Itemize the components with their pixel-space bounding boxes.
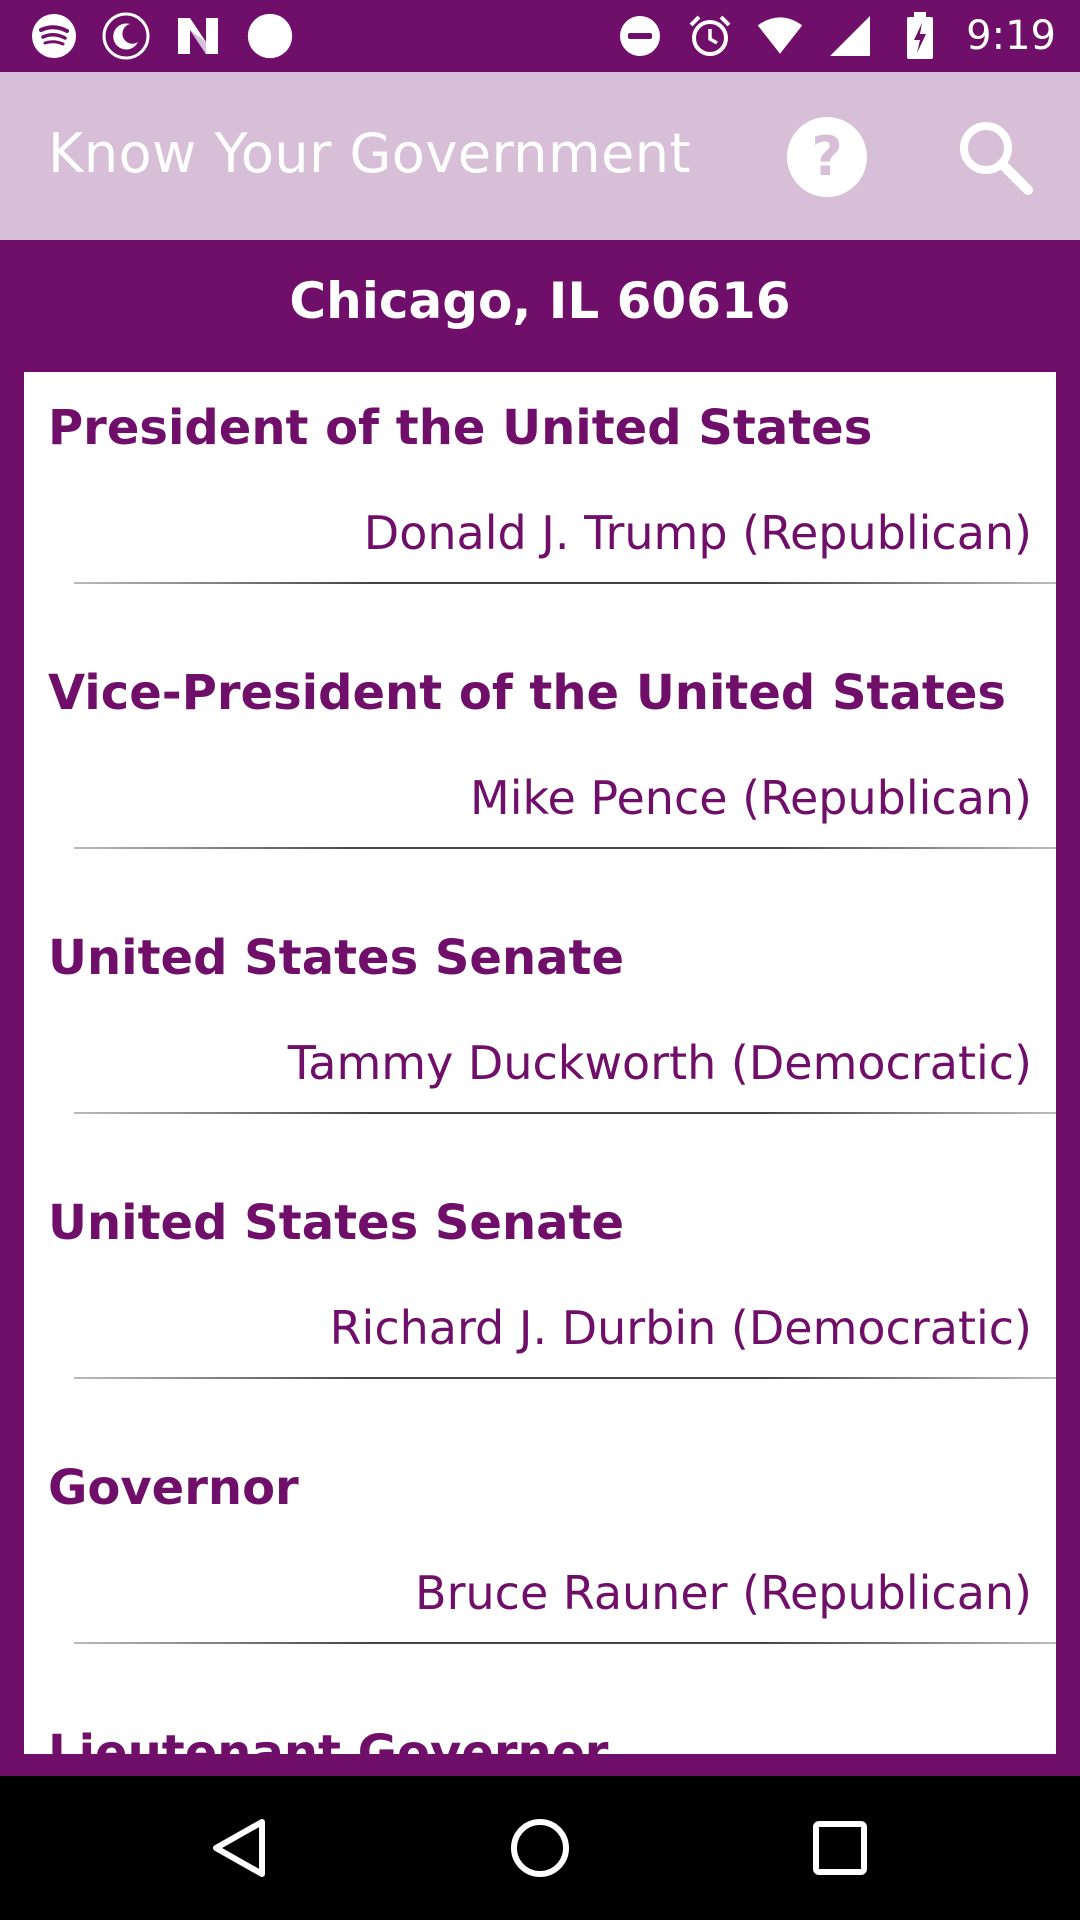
dnd-icon — [616, 10, 664, 62]
circle-icon — [246, 10, 294, 62]
n-icon — [174, 10, 222, 62]
signal-icon — [826, 10, 874, 62]
location-title: Chicago, IL 60616 — [289, 272, 791, 330]
list-item[interactable]: United States Senate Tammy Duckworth (De… — [24, 902, 1056, 1167]
recents-icon[interactable] — [800, 1808, 880, 1888]
search-icon[interactable] — [952, 116, 1038, 202]
wifi-icon — [756, 10, 804, 62]
official-name: Richard J. Durbin (Democratic) — [329, 1301, 1032, 1355]
office-title: Vice-President of the United States — [48, 665, 1006, 721]
divider — [74, 847, 1056, 849]
moon-icon — [102, 10, 150, 62]
divider — [74, 1112, 1056, 1114]
divider — [74, 1642, 1056, 1644]
main-area: Chicago, IL 60616 President of the Unite… — [0, 240, 1080, 1776]
official-name: Tammy Duckworth (Democratic) — [287, 1036, 1032, 1090]
battery-charging-icon — [896, 10, 944, 62]
divider — [74, 582, 1056, 584]
list-item[interactable]: President of the United States Donald J.… — [24, 372, 1056, 637]
app-title: Know Your Government — [48, 122, 692, 185]
svg-text:?: ? — [811, 125, 842, 188]
list-item[interactable]: United States Senate Richard J. Durbin (… — [24, 1167, 1056, 1432]
back-icon[interactable] — [200, 1808, 280, 1888]
office-title: President of the United States — [48, 400, 873, 456]
help-icon[interactable]: ? — [784, 114, 870, 200]
office-title: Governor — [48, 1460, 299, 1516]
list-item[interactable]: Lieutenant Governor — [24, 1697, 1056, 1754]
official-name: Mike Pence (Republican) — [470, 771, 1032, 825]
official-name: Donald J. Trump (Republican) — [363, 506, 1032, 560]
official-name: Bruce Rauner (Republican) — [415, 1566, 1032, 1620]
divider — [74, 1377, 1056, 1379]
officials-list[interactable]: President of the United States Donald J.… — [24, 372, 1056, 1754]
office-title: Lieutenant Governor — [48, 1725, 609, 1754]
list-item[interactable]: Governor Bruce Rauner (Republican) — [24, 1432, 1056, 1697]
navigation-bar — [0, 1776, 1080, 1920]
app-bar: Know Your Government ? — [0, 72, 1080, 240]
alarm-icon — [686, 10, 734, 62]
home-icon[interactable] — [500, 1808, 580, 1888]
office-title: United States Senate — [48, 1195, 625, 1251]
office-title: United States Senate — [48, 930, 625, 986]
spotify-icon — [30, 10, 78, 62]
status-time: 9:19 — [966, 13, 1056, 59]
status-bar: 9:19 — [0, 0, 1080, 72]
list-item[interactable]: Vice-President of the United States Mike… — [24, 637, 1056, 902]
